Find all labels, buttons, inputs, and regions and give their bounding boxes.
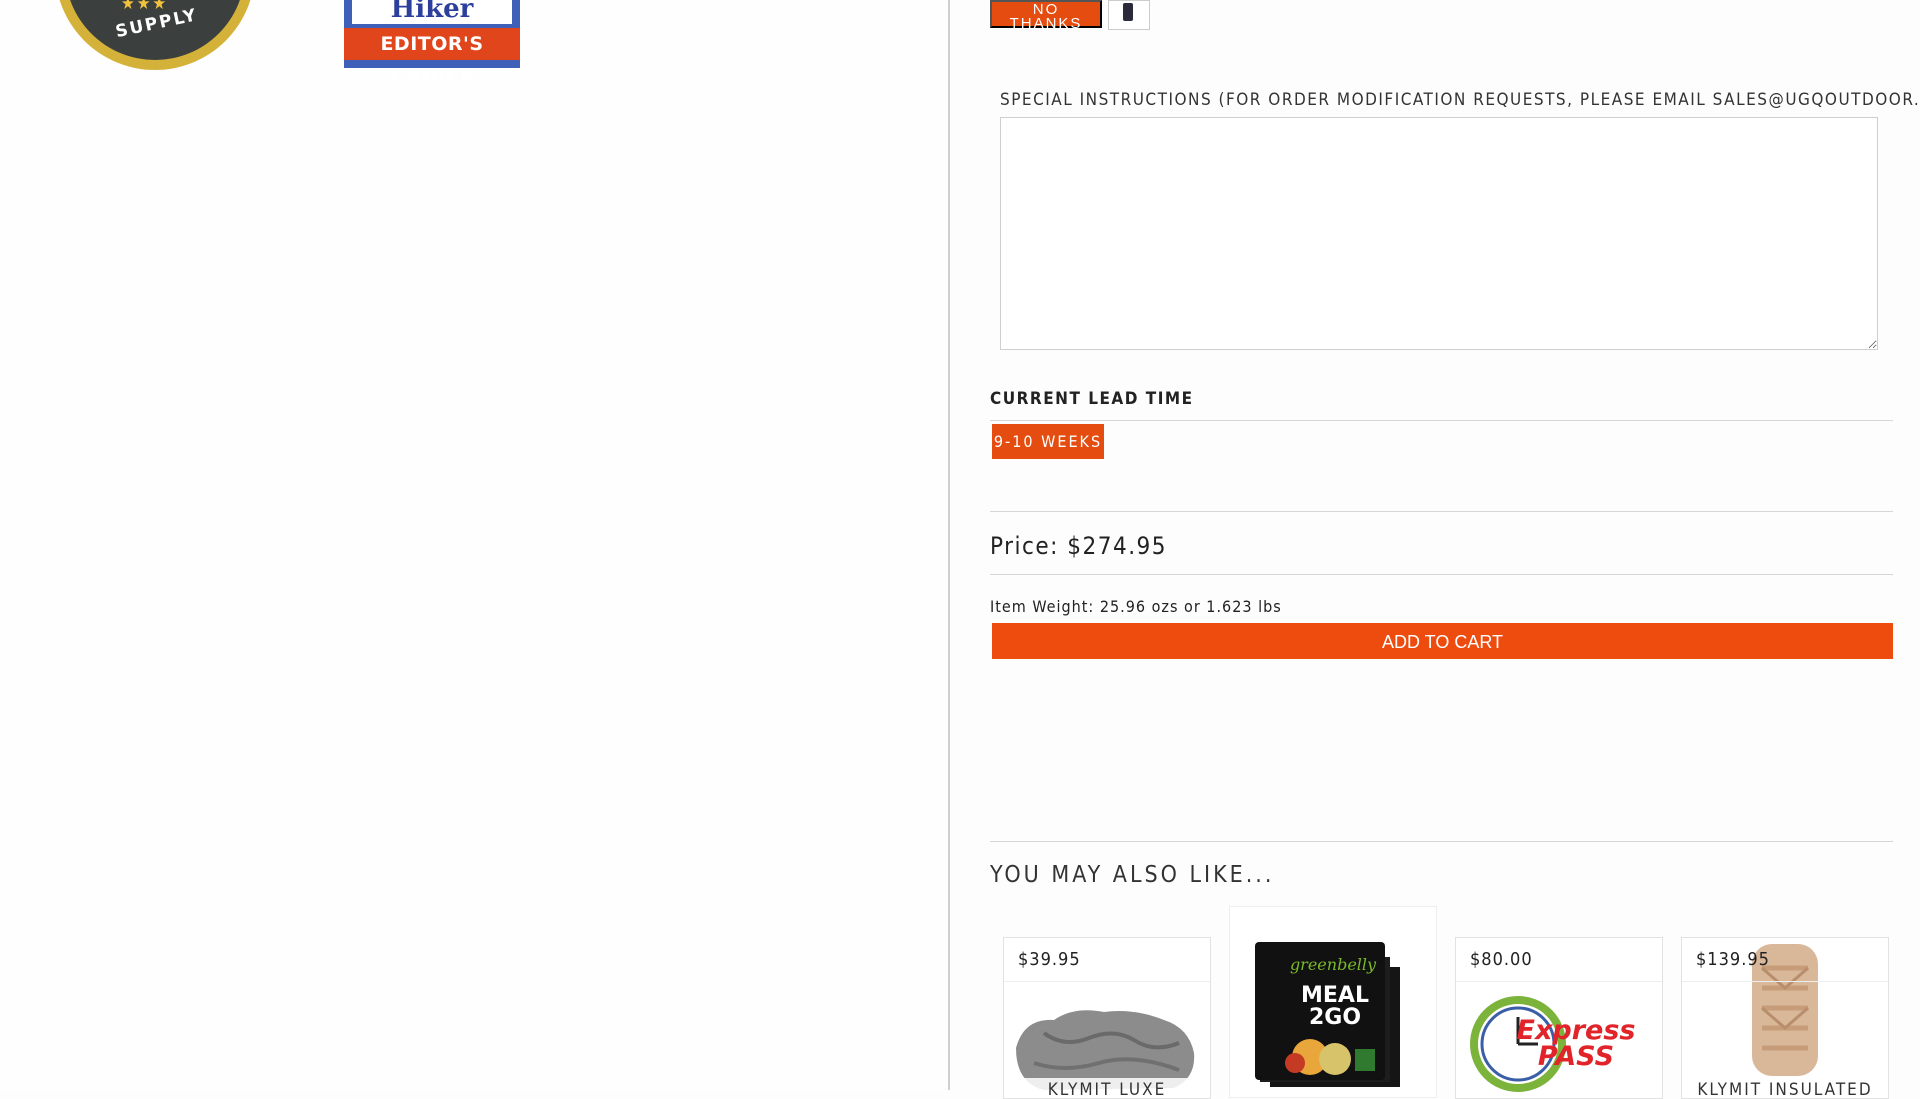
divider-line — [990, 574, 1893, 575]
related-product-price: $80.00 — [1456, 938, 1662, 982]
express-pass-label: Express PASS — [1516, 1015, 1636, 1072]
no-thanks-button[interactable]: NO THANKS — [990, 0, 1102, 31]
meal-pack-label: MEAL 2GO — [1301, 983, 1369, 1030]
related-product-card[interactable]: $80.00 Express PASS — [1455, 937, 1663, 1099]
hiker-badge-title: Hiker — [352, 0, 512, 24]
related-product-price: $139.95 — [1682, 938, 1888, 982]
related-products-heading: YOU MAY ALSO LIKE... — [990, 862, 1275, 888]
hiker-editors-choice-badge: Hiker EDITOR'S CHOICE — [344, 0, 520, 87]
divider-line — [990, 420, 1893, 421]
add-to-cart-button[interactable]: ADD TO CART — [992, 623, 1893, 659]
related-product-card[interactable]: greenbelly MEAL 2GO — [1229, 906, 1437, 1098]
editors-choice-ribbon: EDITOR'S CHOICE — [344, 28, 520, 87]
pane-divider — [948, 0, 950, 1090]
supply-badge-logo: ★★★ SUPPLY — [55, 0, 255, 70]
meal-pack-brand: greenbelly — [1289, 955, 1377, 974]
related-product-name: KLYMIT LUXE — [1004, 1078, 1210, 1098]
lead-time-badge: 9-10 WEEKS — [992, 424, 1104, 459]
bottle-icon — [1123, 3, 1133, 21]
related-product-card[interactable]: $139.95 KLYMIT INSULATED — [1681, 937, 1889, 1099]
related-product-name: KLYMIT INSULATED — [1682, 1078, 1888, 1098]
special-instructions-label: SPECIAL INSTRUCTIONS (FOR ORDER MODIFICA… — [1000, 90, 1920, 110]
product-image-pane: ★★★ SUPPLY Hiker EDITOR'S CHOICE — [0, 0, 948, 1090]
addon-thumbnail[interactable] — [1108, 0, 1150, 30]
product-price: Price: $274.95 — [990, 532, 1168, 560]
related-product-price: $39.95 — [1004, 938, 1210, 982]
divider-line — [990, 511, 1893, 512]
special-instructions-textarea[interactable] — [1000, 117, 1878, 350]
lead-time-label: CURRENT LEAD TIME — [990, 389, 1194, 409]
divider-line — [990, 841, 1893, 842]
related-product-card[interactable]: $39.95 KLYMIT LUXE — [1003, 937, 1211, 1099]
item-weight: Item Weight: 25.96 ozs or 1.623 lbs — [990, 597, 1282, 616]
